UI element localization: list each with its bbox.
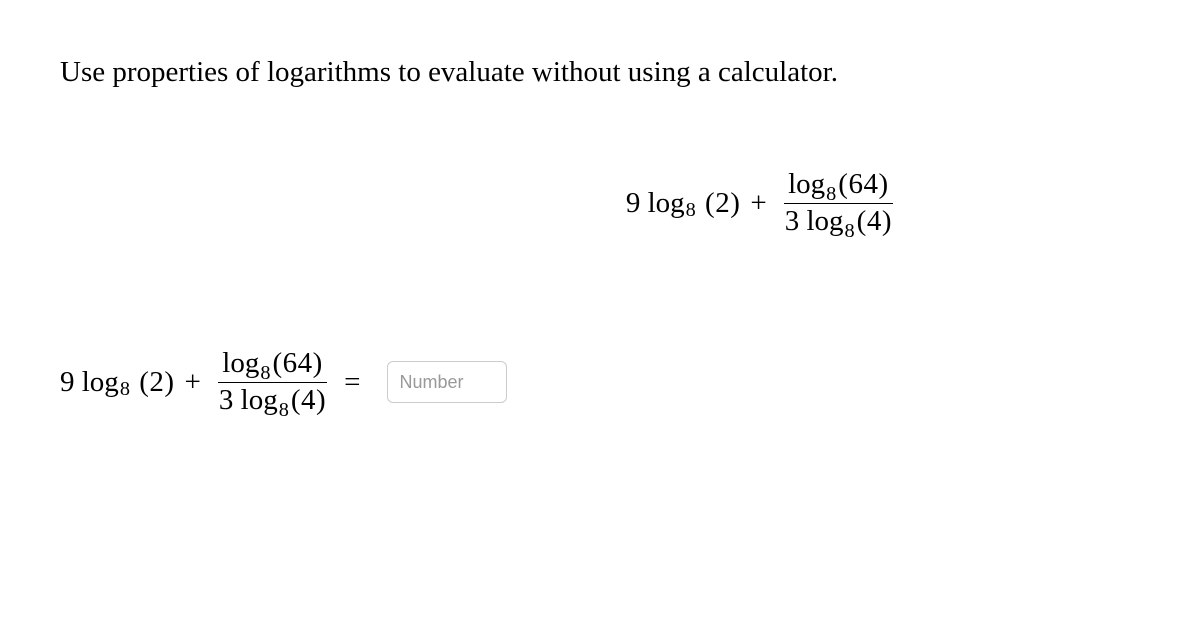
fraction-numerator: log8(64) [784,169,893,204]
answer-input[interactable] [387,361,507,403]
equals-sign: = [344,366,360,399]
fraction: log8(64) 3 log8(4) [781,169,896,238]
answer-plus-sign: + [185,366,201,399]
answer-fraction: log8(64) 3 log8(4) [215,348,330,417]
coef-9: 9 [626,187,641,220]
answer-first-log-term: 9 log8 (2) [60,366,175,399]
first-log-term: 9 log8 (2) [626,187,741,220]
log-base: 8 [686,199,696,222]
answer-expression: 9 log8 (2) + log8(64) 3 log8(4) = [60,348,371,417]
log-word: log [648,187,685,220]
instruction-text: Use properties of logarithms to evaluate… [60,56,1140,89]
answer-row: 9 log8 (2) + log8(64) 3 log8(4) = [60,348,1140,417]
arg-2: (2) [705,187,740,220]
plus-sign: + [750,187,766,220]
problem-expression: 9 log8 (2) + log8(64) 3 log8(4) [60,169,1140,238]
fraction-denominator: 3 log8(4) [781,204,896,238]
